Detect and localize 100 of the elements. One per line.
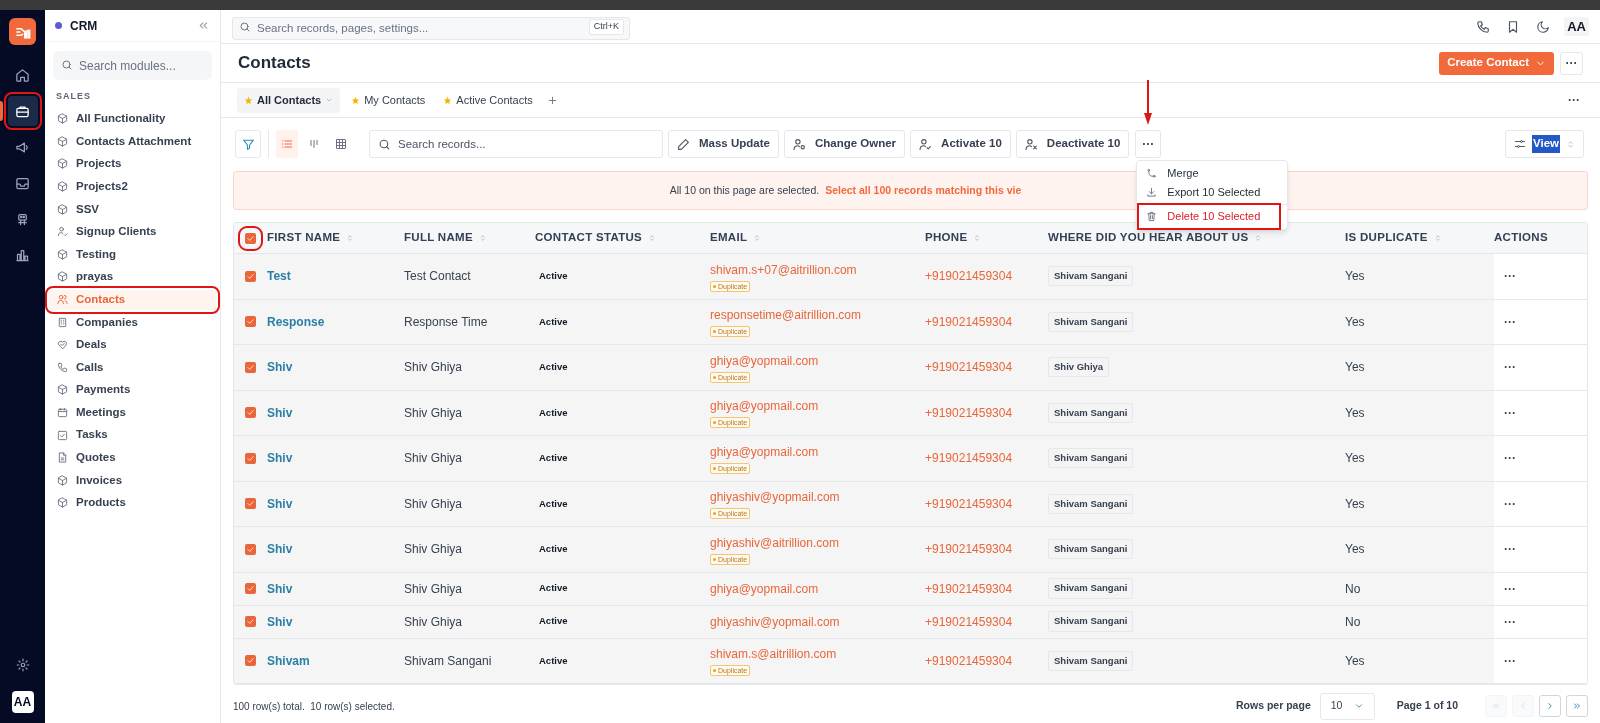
- sort-icon: [753, 234, 762, 242]
- contact-link[interactable]: Shiv: [267, 449, 293, 468]
- sort-icon: [1433, 234, 1442, 242]
- source-tag: Shivam Sangani: [1048, 578, 1134, 599]
- row-checkbox[interactable]: [245, 270, 256, 282]
- view-tab[interactable]: My Contacts: [344, 87, 433, 113]
- more-actions-button[interactable]: ···: [1135, 130, 1162, 158]
- row-actions-button[interactable]: ···: [1504, 615, 1516, 628]
- module-link[interactable]: Testing: [49, 244, 216, 265]
- row-actions-button[interactable]: ···: [1504, 582, 1516, 595]
- row-checkbox[interactable]: [245, 543, 256, 555]
- module-link[interactable]: Contacts Attachment: [49, 131, 216, 152]
- module-link[interactable]: All Functionality: [49, 108, 216, 129]
- record-search-field[interactable]: Search records...: [369, 130, 663, 158]
- user-avatar[interactable]: AA: [1564, 16, 1589, 37]
- table-cell-text: Test Contact: [404, 268, 471, 286]
- settings-icon: [15, 658, 30, 672]
- layout-toggle[interactable]: [276, 130, 298, 158]
- table-cell-text: Shivam Sangani: [404, 652, 492, 670]
- column-header[interactable]: WHERE DID YOU HEAR ABOUT US: [1048, 229, 1263, 247]
- view-tab[interactable]: All Contacts: [237, 87, 341, 113]
- bulk-action-button[interactable]: Change Owner: [783, 130, 906, 158]
- robot-icon: [15, 211, 30, 227]
- menu-item[interactable]: Delete 10 Selected: [1141, 207, 1278, 226]
- column-header[interactable]: ACTIONS: [1494, 229, 1548, 247]
- module-search-field[interactable]: Search modules...: [53, 51, 212, 80]
- row-checkbox[interactable]: [245, 452, 256, 464]
- column-header[interactable]: FIRST NAME: [267, 229, 355, 247]
- bulk-action-button[interactable]: Deactivate 10: [1015, 130, 1130, 158]
- sort-icon: [648, 234, 657, 242]
- row-checkbox[interactable]: [245, 407, 256, 419]
- contact-link[interactable]: Shivam: [267, 651, 310, 670]
- module-link[interactable]: Meetings: [49, 402, 216, 423]
- row-actions-button[interactable]: ···: [1504, 315, 1516, 328]
- table-cell-text: Yes: [1345, 652, 1365, 670]
- contact-link[interactable]: Response: [267, 312, 325, 331]
- user-avatar[interactable]: AA: [11, 691, 34, 713]
- check-icon: [246, 408, 255, 418]
- contact-link[interactable]: Shiv: [267, 403, 293, 422]
- annotation-arrow: [1144, 80, 1153, 125]
- row-checkbox[interactable]: [245, 361, 256, 373]
- menu-item[interactable]: Export 10 Selected: [1141, 183, 1278, 202]
- contact-link[interactable]: Shiv: [267, 494, 293, 513]
- contact-link[interactable]: Shiv: [267, 612, 293, 631]
- last-page-button[interactable]: [1566, 695, 1588, 717]
- contact-link[interactable]: Shiv: [267, 358, 293, 377]
- row-checkbox[interactable]: [245, 498, 256, 510]
- collapse-button[interactable]: [197, 19, 210, 32]
- column-header[interactable]: PHONE: [925, 229, 982, 247]
- module-link[interactable]: Tasks: [49, 425, 216, 446]
- user-icon: [792, 137, 806, 151]
- menu-item[interactable]: Merge: [1141, 164, 1278, 183]
- table-cell-text: Shiv Ghiya: [404, 495, 463, 513]
- module-link[interactable]: Projects: [49, 154, 216, 174]
- source-tag: Shivam Sangani: [1048, 402, 1134, 423]
- module-link[interactable]: Products: [49, 492, 216, 513]
- module-link[interactable]: Projects2: [49, 176, 216, 197]
- row-checkbox[interactable]: [245, 655, 256, 667]
- row-actions-button[interactable]: ···: [1504, 654, 1516, 667]
- column-header[interactable]: IS DUPLICATE: [1345, 229, 1442, 247]
- view-options-button[interactable]: View: [1505, 130, 1584, 158]
- column-header[interactable]: FULL NAME: [404, 229, 487, 247]
- user-check-icon: [57, 226, 68, 238]
- moon-icon: [1536, 19, 1551, 34]
- check-icon: [246, 271, 255, 281]
- contact-link[interactable]: Shiv: [267, 540, 293, 559]
- row-actions-button[interactable]: ···: [1504, 452, 1516, 465]
- row-checkbox[interactable]: [245, 583, 256, 594]
- table-cell-text: Yes: [1345, 313, 1365, 331]
- filter-button[interactable]: [235, 130, 261, 158]
- module-link[interactable]: prayas: [49, 266, 216, 287]
- bulk-action-button[interactable]: Mass Update: [668, 130, 779, 158]
- source-tag: Shivam Sangani: [1048, 266, 1134, 287]
- bulk-action-button[interactable]: Activate 10: [910, 130, 1011, 158]
- more-button[interactable]: ···: [1560, 51, 1583, 75]
- table-icon: [335, 138, 347, 150]
- contact-link[interactable]: Shiv: [267, 579, 293, 598]
- rows-per-page-select[interactable]: 10: [1319, 692, 1375, 720]
- module-link[interactable]: Deals: [49, 334, 216, 355]
- module-link[interactable]: Calls: [49, 357, 216, 378]
- module-link[interactable]: Companies: [49, 312, 216, 333]
- module-link[interactable]: Invoices: [49, 470, 216, 491]
- row-checkbox[interactable]: [245, 316, 256, 328]
- module-link[interactable]: Quotes: [49, 447, 216, 468]
- column-header[interactable]: CONTACT STATUS: [535, 229, 657, 247]
- row-actions-button[interactable]: ···: [1504, 543, 1516, 556]
- contact-link[interactable]: Test: [267, 267, 291, 286]
- row-actions-button[interactable]: ···: [1504, 270, 1516, 283]
- module-link[interactable]: Signup Clients: [49, 221, 216, 242]
- row-actions-button[interactable]: ···: [1504, 361, 1516, 374]
- module-link[interactable]: Payments: [49, 379, 216, 400]
- view-tab[interactable]: Active Contacts: [436, 87, 540, 113]
- sort-icon: [1254, 234, 1263, 242]
- module-link[interactable]: SSV: [49, 199, 216, 220]
- row-checkbox[interactable]: [245, 616, 256, 627]
- more-button[interactable]: ···: [1568, 91, 1580, 109]
- row-actions-button[interactable]: ···: [1504, 406, 1516, 419]
- cube-icon: [57, 474, 68, 486]
- column-header[interactable]: EMAIL: [710, 229, 762, 247]
- row-actions-button[interactable]: ···: [1504, 497, 1516, 510]
